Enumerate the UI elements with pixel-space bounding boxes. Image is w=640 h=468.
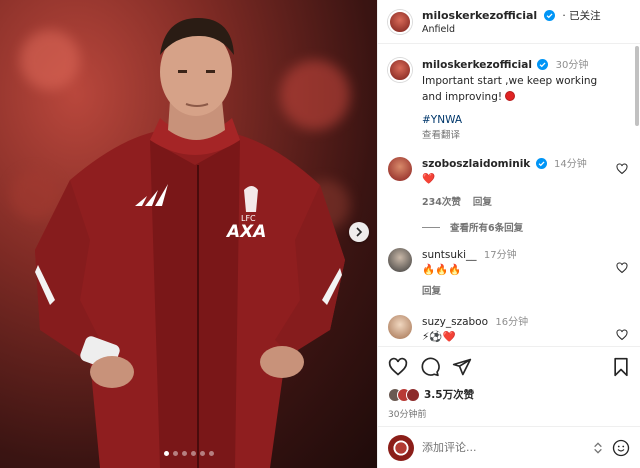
carousel-dot <box>208 451 214 456</box>
comment-likes-count[interactable]: 234次赞 <box>422 195 461 210</box>
carousel-dot <box>172 451 178 456</box>
comment-username[interactable]: suntsuki__ <box>422 249 477 261</box>
save-button[interactable] <box>612 357 630 377</box>
comment-username[interactable]: szoboszlaidominik <box>422 158 530 170</box>
likes-count[interactable]: 3.5万次赞 <box>424 387 474 402</box>
commenter-avatar[interactable] <box>388 315 412 339</box>
divider-line <box>422 226 440 228</box>
comment-icon <box>421 357 440 377</box>
follow-status[interactable]: · 已关注 <box>562 10 600 22</box>
verified-badge-icon <box>537 59 549 70</box>
chevron-updown-icon[interactable] <box>590 440 606 456</box>
commenter-avatar[interactable] <box>388 248 412 272</box>
add-comment-bar <box>378 426 640 468</box>
player-illustration <box>35 18 345 468</box>
chevron-right-icon <box>356 227 363 237</box>
comment-item: szoboszlaidominik 14分钟 ❤️ 234次赞 回复 <box>388 157 630 210</box>
share-button[interactable] <box>452 357 472 377</box>
post-image[interactable]: LFC AXA <box>0 0 377 468</box>
heart-icon[interactable] <box>616 262 628 274</box>
heart-icon[interactable] <box>616 329 628 341</box>
emoji-icon[interactable] <box>612 439 630 457</box>
caption-username[interactable]: miloskerkezofficial <box>422 59 532 71</box>
comment-text: 🔥🔥🔥 <box>422 264 462 276</box>
reply-button[interactable]: 回复 <box>473 195 492 210</box>
carousel-dot <box>190 451 196 456</box>
caption-time: 30分钟 <box>555 60 589 71</box>
comment-time: 14分钟 <box>553 159 587 170</box>
post-location[interactable]: Anfield <box>422 23 601 37</box>
carousel-dot <box>199 451 205 456</box>
heart-icon[interactable] <box>616 163 628 175</box>
caption-item: miloskerkezofficial 30分钟 Important start… <box>388 58 630 143</box>
carousel-dot <box>181 451 187 456</box>
carousel-dot <box>163 451 169 456</box>
scrollbar-thumb[interactable] <box>635 46 639 126</box>
comment-time: 16分钟 <box>495 317 529 328</box>
verified-badge-icon <box>544 9 556 21</box>
posted-time: 30分钟前 <box>388 410 427 420</box>
comment-text: ⚡⚽❤️ <box>422 331 456 343</box>
comment-text: ❤️ <box>422 173 436 185</box>
like-button[interactable] <box>388 357 408 377</box>
author-username[interactable]: miloskerkezofficial <box>422 9 537 22</box>
heart-icon <box>388 357 408 376</box>
comment-username[interactable]: suzy_szaboo <box>422 316 488 328</box>
comment-item: suntsuki__ 17分钟 🔥🔥🔥 回复 <box>388 248 630 299</box>
bookmark-icon <box>614 357 628 377</box>
author-avatar[interactable] <box>388 58 412 82</box>
comments-scrollbar[interactable] <box>634 46 640 346</box>
reply-button[interactable]: 回复 <box>422 284 441 299</box>
carousel-dots <box>0 451 377 456</box>
comment-button[interactable] <box>420 357 440 377</box>
comment-item: suzy_szaboo 16分钟 ⚡⚽❤️ <box>388 315 630 345</box>
post-side-panel: miloskerkezofficial · 已关注 Anfield milosk… <box>377 0 640 468</box>
action-bar <box>388 355 630 379</box>
view-replies-label: 查看所有6条回复 <box>450 223 524 234</box>
comments-list[interactable]: miloskerkezofficial 30分钟 Important start… <box>378 46 640 346</box>
view-replies-button[interactable]: 查看所有6条回复 <box>422 220 630 234</box>
sponsor-logo: AXA <box>227 222 267 242</box>
post-header: miloskerkezofficial · 已关注 Anfield <box>378 0 640 44</box>
translate-link[interactable]: 查看翻译 <box>422 130 460 141</box>
current-user-avatar <box>388 434 414 461</box>
hashtag-link[interactable]: #YNWA <box>422 113 612 128</box>
red-circle-emoji-icon <box>505 91 516 101</box>
commenter-avatar[interactable] <box>388 157 412 181</box>
liker-avatar <box>406 387 420 402</box>
add-comment-input[interactable] <box>422 441 590 454</box>
next-image-button[interactable] <box>349 222 369 242</box>
verified-badge-icon <box>535 158 547 169</box>
share-icon <box>452 358 472 376</box>
post-actions-section: 3.5万次赞 30分钟前 <box>378 346 640 420</box>
comment-time: 17分钟 <box>483 250 517 261</box>
likes-row[interactable]: 3.5万次赞 <box>388 387 630 402</box>
author-avatar[interactable] <box>388 9 412 34</box>
